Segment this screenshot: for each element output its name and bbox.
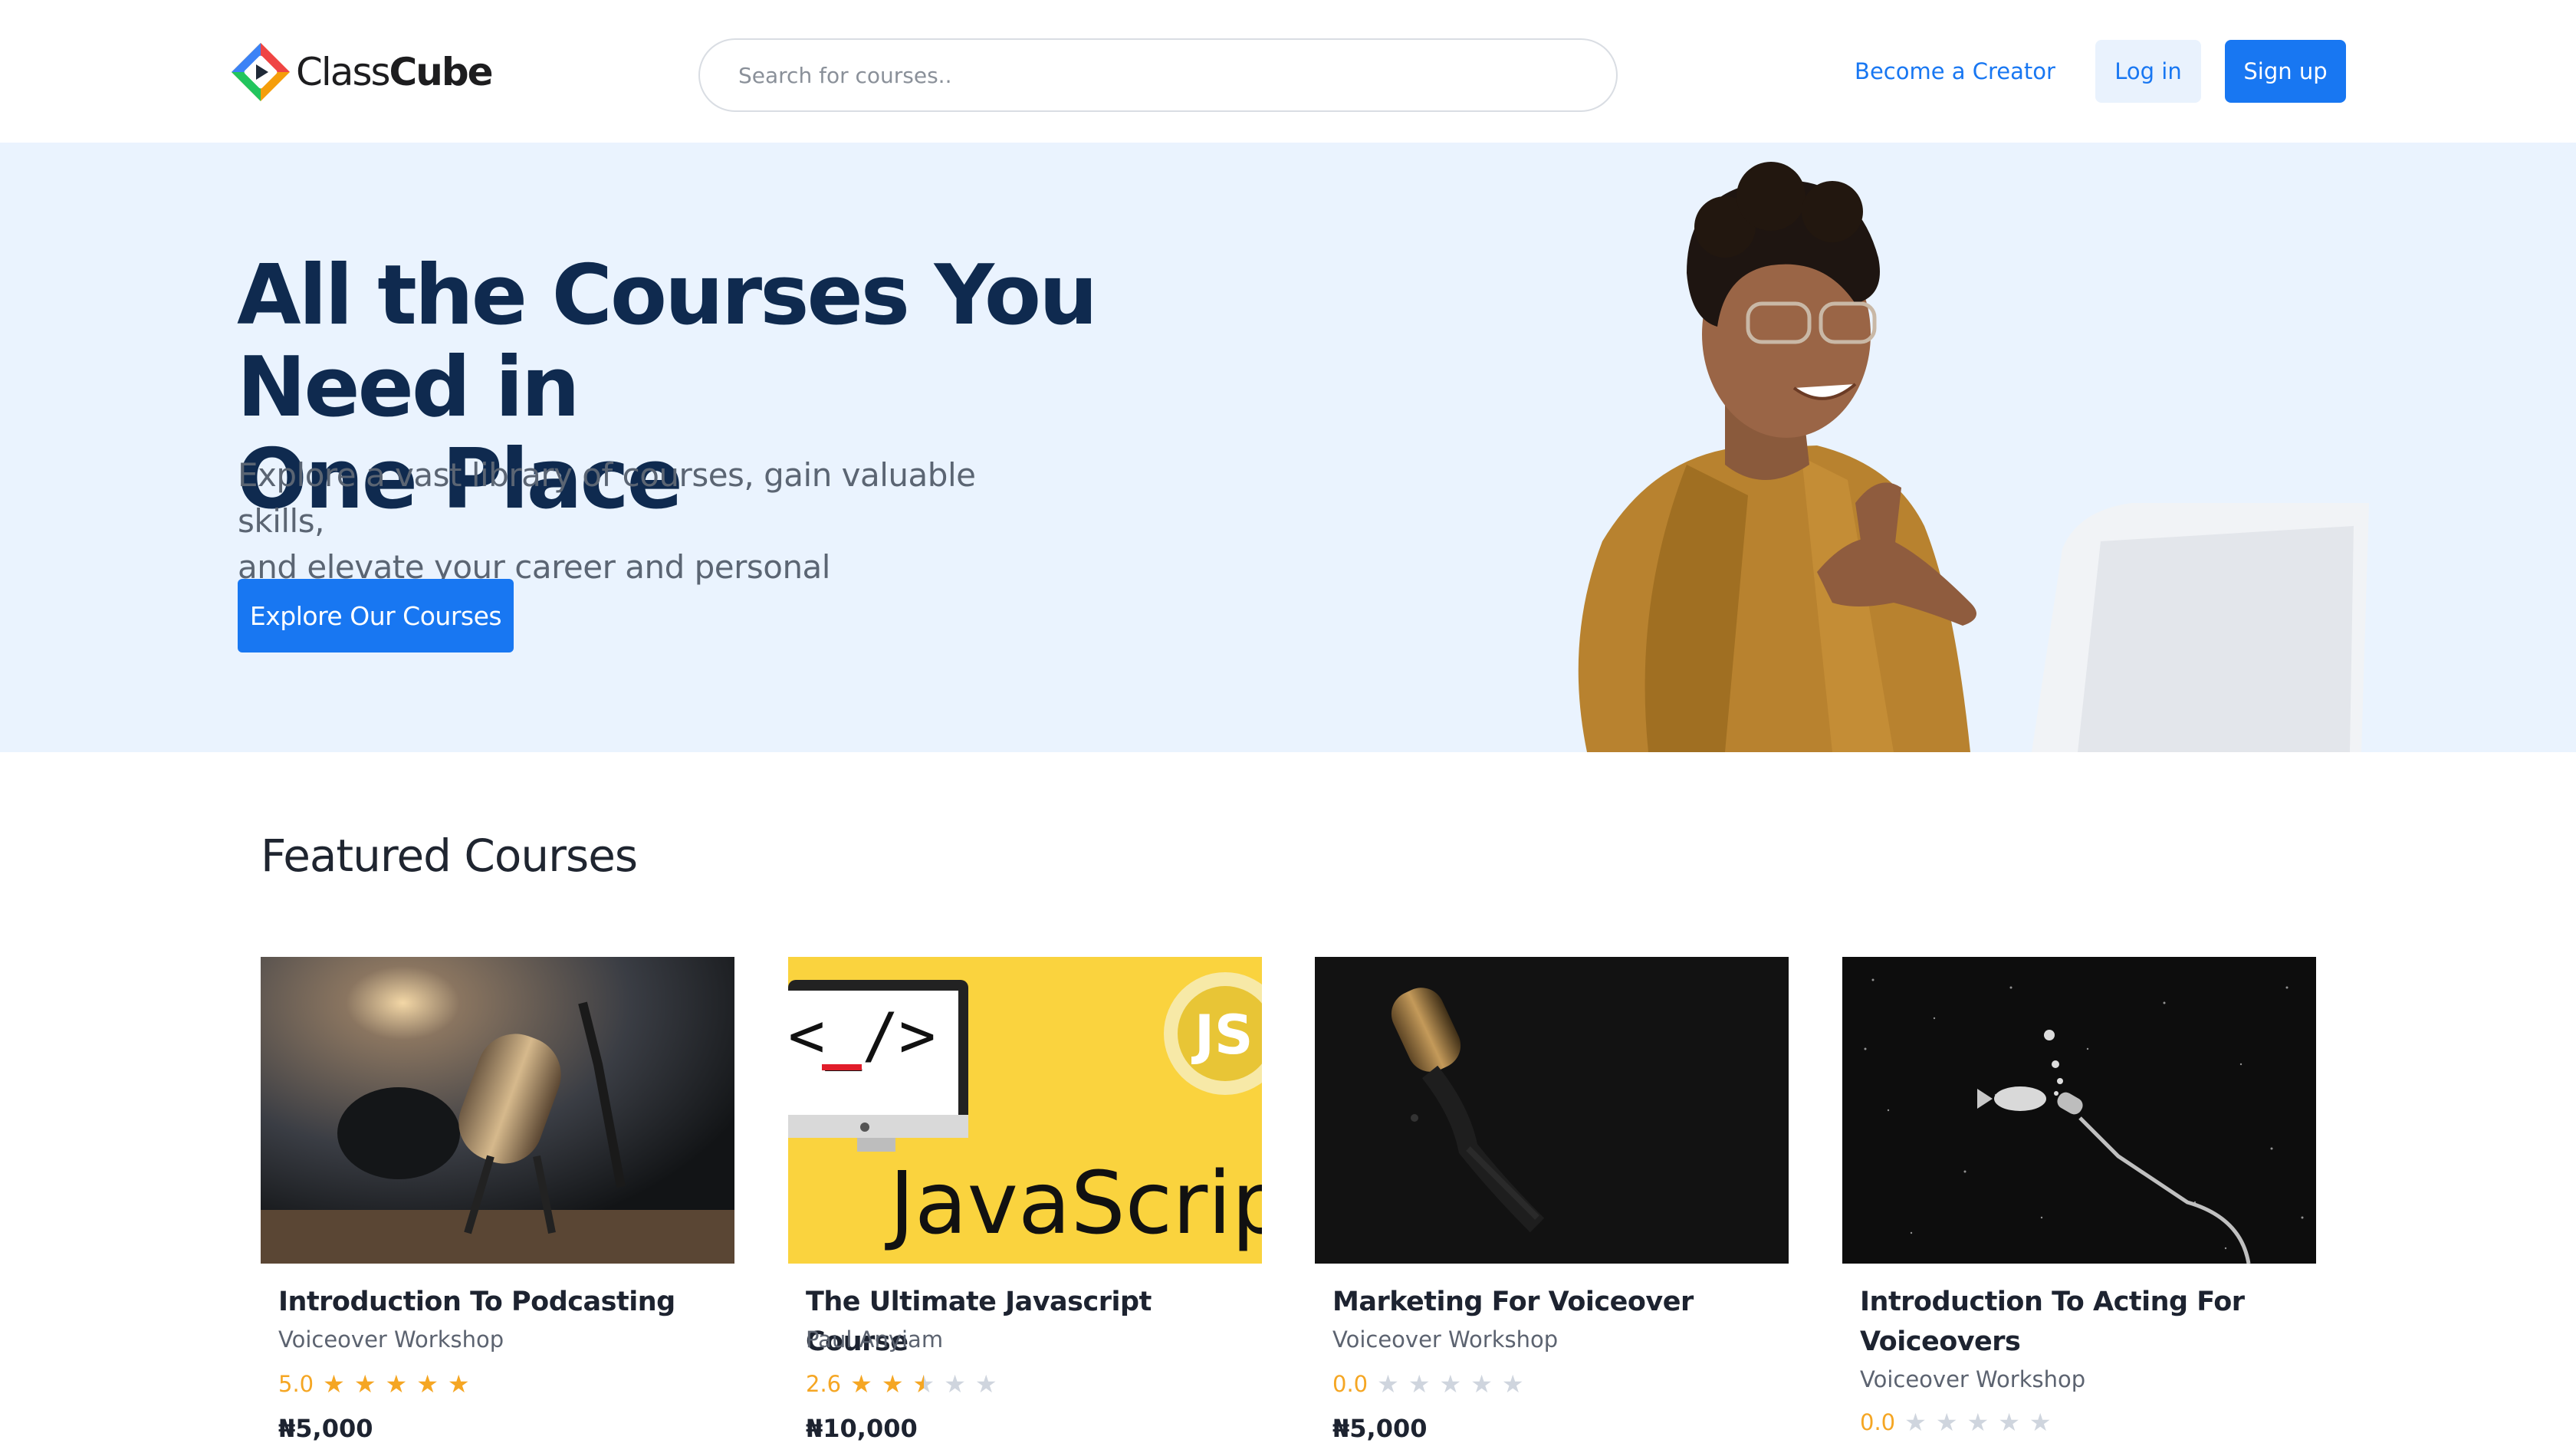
classcube-logo-icon — [232, 43, 290, 101]
featured-courses-heading: Featured Courses — [261, 830, 638, 882]
search-input[interactable] — [700, 40, 1616, 110]
course-title[interactable]: Marketing For Voiceover — [1332, 1282, 1777, 1322]
javascript-code-image[interactable]: <_/> JS JavaScript — [788, 957, 1262, 1264]
star-icon: ★ — [881, 1369, 904, 1399]
star-icon: ★ — [1439, 1369, 1462, 1399]
star-icon: ★ — [850, 1369, 872, 1399]
course-title[interactable]: Introduction To Podcasting — [278, 1282, 723, 1322]
become-creator-link[interactable]: Become a Creator — [1848, 40, 2062, 103]
signup-button[interactable]: Sign up — [2225, 40, 2346, 103]
star-icon: ★ — [1904, 1408, 1927, 1437]
svg-text:JS: JS — [1191, 1004, 1253, 1067]
course-author: Voiceover Workshop — [278, 1326, 504, 1353]
star-icon: ★ — [1935, 1408, 1958, 1437]
star-icon: ★ — [1408, 1369, 1431, 1399]
brand-logo[interactable]: ClassCube — [228, 40, 494, 104]
rating-value: 2.6 — [806, 1371, 842, 1397]
half-star-icon: ★ — [912, 1369, 935, 1399]
star-icon: ★ — [2029, 1408, 2052, 1437]
course-price: ₦5,000 — [278, 1414, 373, 1443]
svg-text:<_/>: <_/> — [788, 1000, 936, 1071]
course-rating: 0.0 ★ ★ ★ ★ ★ — [1332, 1371, 1524, 1397]
course-card[interactable]: Introduction To Acting For Voiceovers Vo… — [1842, 957, 2316, 1438]
course-price: ₦10,000 — [806, 1414, 918, 1443]
course-author: Voiceover Workshop — [1860, 1366, 2086, 1392]
rating-value: 0.0 — [1332, 1371, 1368, 1397]
course-author: Voiceover Workshop — [1332, 1326, 1559, 1353]
hero-section: All the Courses You Need in One Place Ex… — [0, 143, 2576, 752]
search-bar — [698, 38, 1618, 112]
fish-microphone-image[interactable] — [1842, 957, 2316, 1264]
top-navbar: ClassCube Become a Creator Log in Sign u… — [0, 0, 2576, 143]
rating-value: 5.0 — [278, 1371, 314, 1397]
course-title[interactable]: Introduction To Acting For Voiceovers — [1860, 1282, 2305, 1362]
star-icon: ★ — [1967, 1408, 1990, 1437]
studio-microphone-image[interactable] — [1315, 957, 1789, 1264]
star-icon: ★ — [447, 1369, 470, 1399]
course-rating: 0.0 ★ ★ ★ ★ ★ — [1860, 1409, 2052, 1435]
course-author: Paul Anyiam — [806, 1326, 944, 1353]
star-icon: ★ — [1998, 1408, 2020, 1437]
course-card[interactable]: Introduction To Podcasting Voiceover Wor… — [261, 957, 734, 1443]
star-icon: ★ — [353, 1369, 376, 1399]
star-icon: ★ — [974, 1369, 997, 1399]
star-icon: ★ — [1501, 1369, 1524, 1399]
star-icon: ★ — [323, 1369, 345, 1399]
svg-text:JavaScript: JavaScript — [885, 1154, 1262, 1254]
star-icon: ★ — [385, 1369, 408, 1399]
course-card[interactable]: <_/> JS JavaScript The Ultimate Javascri… — [788, 957, 1262, 1443]
login-button[interactable]: Log in — [2095, 40, 2201, 103]
hero-woman-laptop-image — [1578, 162, 2369, 752]
brand-name: ClassCube — [296, 50, 494, 94]
course-rating: 2.6 ★ ★ ★ ★ ★ — [806, 1371, 997, 1397]
podcast-microphone-image[interactable] — [261, 957, 734, 1264]
course-card[interactable]: Marketing For Voiceover Voiceover Worksh… — [1315, 957, 1789, 1443]
explore-courses-button[interactable]: Explore Our Courses — [238, 579, 514, 652]
course-price: ₦5,000 — [1332, 1414, 1428, 1443]
star-icon: ★ — [416, 1369, 439, 1399]
course-rating: 5.0 ★ ★ ★ ★ ★ — [278, 1371, 470, 1397]
rating-value: 0.0 — [1860, 1409, 1896, 1435]
star-icon: ★ — [1377, 1369, 1399, 1399]
star-icon: ★ — [1470, 1369, 1493, 1399]
star-icon: ★ — [944, 1369, 966, 1399]
